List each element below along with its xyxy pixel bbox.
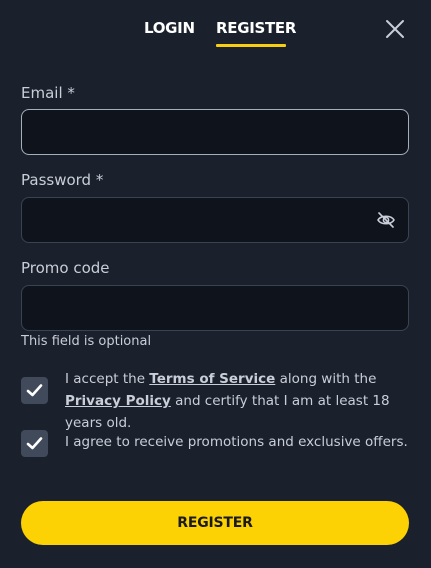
checkmark-icon	[26, 437, 43, 450]
tab-register[interactable]: REGISTER	[216, 19, 296, 37]
auth-tabs: LOGIN REGISTER	[0, 0, 431, 60]
close-button[interactable]	[384, 18, 406, 40]
eye-off-icon[interactable]	[376, 210, 396, 230]
active-tab-indicator	[216, 44, 286, 47]
promo-code-hint: This field is optional	[21, 334, 152, 349]
password-field[interactable]	[22, 198, 408, 242]
terms-consent-text: I accept the Terms of Service along with…	[65, 368, 415, 434]
email-field-container	[21, 109, 409, 155]
terms-of-service-link[interactable]: Terms of Service	[149, 371, 275, 387]
promotions-checkbox[interactable]	[21, 430, 48, 457]
email-field[interactable]	[22, 110, 408, 154]
terms-checkbox[interactable]	[21, 377, 48, 404]
promo-code-input[interactable]	[22, 286, 408, 330]
terms-middle: along with the	[275, 371, 377, 387]
tab-login[interactable]: LOGIN	[144, 19, 195, 37]
promo-code-field-container	[21, 285, 409, 331]
terms-prefix: I accept the	[65, 371, 150, 387]
close-icon	[386, 20, 404, 38]
checkmark-icon	[26, 384, 43, 397]
register-button[interactable]: REGISTER	[21, 501, 409, 545]
email-label: Email *	[21, 84, 75, 102]
privacy-policy-link[interactable]: Privacy Policy	[65, 393, 171, 409]
promo-code-label: Promo code	[21, 259, 110, 277]
password-label: Password *	[21, 171, 104, 189]
password-field-container	[21, 197, 409, 243]
promotions-consent-text: I agree to receive promotions and exclus…	[65, 434, 408, 450]
